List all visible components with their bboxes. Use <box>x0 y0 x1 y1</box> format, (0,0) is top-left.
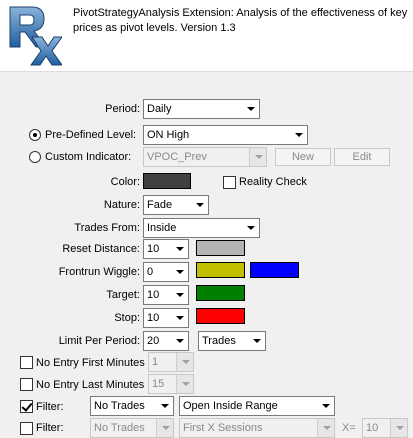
reset-distance-select[interactable]: 10 <box>143 239 189 259</box>
filter-1-label: Filter: <box>36 401 64 413</box>
no-entry-first-checkbox[interactable] <box>20 356 33 369</box>
limit-per-period-label: Limit Per Period: <box>58 335 140 347</box>
filter-2-action-value: No Trades <box>94 422 145 434</box>
frontrun-wiggle-label: Frontrun Wiggle: <box>58 266 140 278</box>
target-value: 10 <box>147 289 160 301</box>
trades-from-select[interactable]: Inside <box>143 218 260 238</box>
period-value: Daily <box>147 103 172 115</box>
reset-distance-label: Reset Distance: <box>62 243 140 255</box>
target-label: Target: <box>106 289 140 301</box>
chevron-down-icon <box>156 419 173 437</box>
stop-color-swatch[interactable] <box>196 308 245 324</box>
header-banner: PivotStrategyAnalysis Extension: Analysi… <box>0 0 413 72</box>
custom-indicator-label: Custom Indicator: <box>45 151 132 163</box>
color-swatch[interactable] <box>143 173 191 189</box>
chevron-down-icon <box>242 100 259 118</box>
chevron-down-icon <box>290 126 307 144</box>
reset-distance-color-swatch[interactable] <box>196 240 245 256</box>
stop-value: 10 <box>147 312 160 324</box>
filter-2-label: Filter: <box>36 422 64 434</box>
trades-from-value: Inside <box>147 222 177 234</box>
limit-unit-value: Trades <box>202 335 236 347</box>
no-entry-last-value: 15 <box>152 378 165 390</box>
chevron-down-icon <box>171 263 188 281</box>
frontrun-wiggle-value: 0 <box>147 266 154 278</box>
custom-indicator-value: VPOC_Prev <box>147 151 207 163</box>
chevron-down-icon <box>176 375 193 393</box>
filter-1-condition-select[interactable]: Open Inside Range <box>179 396 335 416</box>
limit-per-period-select[interactable]: 20 <box>143 331 189 351</box>
filter-2-condition-select[interactable]: First X Sessions <box>179 418 335 438</box>
color-label: Color: <box>110 176 140 188</box>
no-entry-last-label: No Entry Last Minutes <box>36 379 145 391</box>
filter-2-checkbox[interactable] <box>20 422 33 435</box>
chevron-down-icon <box>171 286 188 304</box>
filter-2-action-select[interactable]: No Trades <box>90 418 174 438</box>
chevron-down-icon <box>171 309 188 327</box>
nature-value: Fade <box>147 199 173 211</box>
new-button[interactable]: New <box>275 148 331 166</box>
chevron-down-icon <box>171 240 188 258</box>
nature-label: Nature: <box>103 199 140 211</box>
no-entry-last-select[interactable]: 15 <box>148 374 194 394</box>
no-entry-last-checkbox[interactable] <box>20 378 33 391</box>
stop-label: Stop: <box>114 312 140 324</box>
chevron-down-icon <box>176 353 193 371</box>
frontrun-wiggle-color-swatch-2[interactable] <box>250 262 299 278</box>
period-label: Period: <box>105 103 140 115</box>
frontrun-wiggle-select[interactable]: 0 <box>143 262 189 282</box>
no-entry-first-label: No Entry First Minutes <box>36 357 145 369</box>
filter-1-checkbox[interactable] <box>20 400 33 413</box>
edit-button[interactable]: Edit <box>334 148 390 166</box>
chevron-down-icon <box>390 419 407 437</box>
predefined-level-select[interactable]: ON High <box>143 125 308 145</box>
reality-check-label: Reality Check <box>239 176 307 188</box>
rx-logo-icon <box>9 6 62 66</box>
filter-1-action-value: No Trades <box>94 400 145 412</box>
period-select[interactable]: Daily <box>143 99 260 119</box>
filter-2-x-label: X= <box>342 422 356 434</box>
filter-1-condition-value: Open Inside Range <box>183 400 278 412</box>
custom-indicator-select[interactable]: VPOC_Prev <box>143 147 267 167</box>
target-color-swatch[interactable] <box>196 285 245 301</box>
chevron-down-icon <box>317 397 334 415</box>
reset-distance-value: 10 <box>147 243 160 255</box>
limit-per-period-value: 20 <box>147 335 160 347</box>
chevron-down-icon <box>317 419 334 437</box>
extension-title: PivotStrategyAnalysis Extension: Analysi… <box>73 7 408 34</box>
no-entry-first-select[interactable]: 1 <box>148 352 194 372</box>
no-entry-first-value: 1 <box>152 356 159 368</box>
chevron-down-icon <box>191 196 208 214</box>
reality-check-checkbox[interactable] <box>223 176 236 189</box>
filter-2-condition-value: First X Sessions <box>183 422 263 434</box>
frontrun-wiggle-color-swatch-1[interactable] <box>196 262 245 278</box>
limit-unit-select[interactable]: Trades <box>198 331 266 351</box>
target-select[interactable]: 10 <box>143 285 189 305</box>
trades-from-label: Trades From: <box>74 222 140 234</box>
chevron-down-icon <box>249 148 266 166</box>
predefined-level-radio[interactable] <box>29 129 41 141</box>
chevron-down-icon <box>248 332 265 350</box>
predefined-level-label: Pre-Defined Level: <box>45 129 137 141</box>
filter-2-x-select[interactable]: 10 <box>362 418 408 438</box>
chevron-down-icon <box>242 219 259 237</box>
stop-select[interactable]: 10 <box>143 308 189 328</box>
predefined-level-value: ON High <box>147 129 190 141</box>
filter-1-action-select[interactable]: No Trades <box>90 396 174 416</box>
filter-2-x-value: 10 <box>366 422 379 434</box>
chevron-down-icon <box>171 332 188 350</box>
custom-indicator-radio[interactable] <box>29 151 41 163</box>
nature-select[interactable]: Fade <box>143 195 209 215</box>
chevron-down-icon <box>156 397 173 415</box>
